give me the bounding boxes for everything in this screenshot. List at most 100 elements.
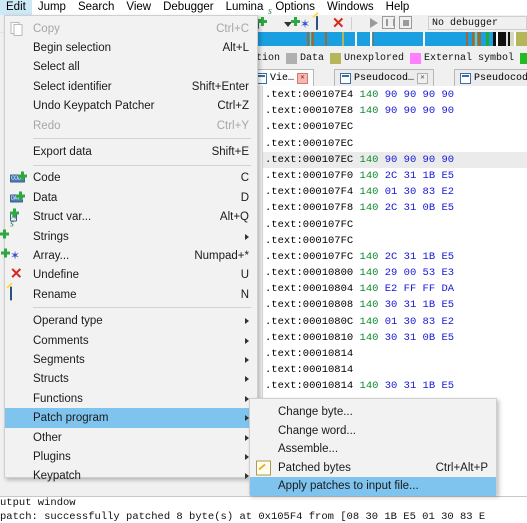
menu-item-select-identifier[interactable]: Select identifier Shift+Enter <box>5 77 257 96</box>
menu-debugger-label: Debugger <box>163 0 214 13</box>
disassembly-line[interactable]: .text:000107FC <box>263 233 527 249</box>
line-segment-base: 140 <box>359 380 379 393</box>
menu-item-undefine[interactable]: ✕ Undefine U <box>5 266 257 285</box>
menu-item-plugins[interactable]: Plugins <box>5 447 257 466</box>
menu-lumina[interactable]: Lumina <box>220 0 270 16</box>
menu-separator <box>33 307 251 309</box>
menu-item-label: Operand type <box>33 315 103 328</box>
copy-icon <box>10 21 26 36</box>
menu-item-label: Undo Keypatch Patcher <box>33 100 155 113</box>
disassembly-line[interactable]: .text:00010814 140 30 31 1B E5 <box>263 378 527 394</box>
line-segment-base: 140 <box>359 283 379 296</box>
menu-item-patch-program[interactable]: Patch program <box>5 408 257 428</box>
undefine-toolbar-icon[interactable]: ✕ <box>332 16 346 31</box>
submenu-item-apply-patches[interactable]: Apply patches to input file... <box>250 477 496 496</box>
stop-icon[interactable] <box>399 16 412 29</box>
menu-item-structs[interactable]: Structs <box>5 370 257 389</box>
menu-item-undo[interactable]: Undo Keypatch Patcher Ctrl+Z <box>5 97 257 116</box>
menu-item-label: Data <box>33 191 58 204</box>
line-address: .text:000107EC <box>265 121 354 134</box>
menu-item-comments[interactable]: Comments <box>5 331 257 350</box>
submenu-item-change-word[interactable]: Change word... <box>250 422 496 441</box>
line-segment-base: 140 <box>359 250 379 263</box>
menu-item-code[interactable]: CODE Code C <box>5 169 257 188</box>
menu-item-copy[interactable]: Copy Ctrl+C <box>5 19 257 38</box>
submenu-item-label: Change byte... <box>278 406 353 419</box>
line-address: .text:000107F0 <box>265 169 354 182</box>
tab-pseudocode-a[interactable]: Pseudocod… ✕ <box>334 69 435 86</box>
array-toolbar-icon[interactable]: ✶ <box>291 16 314 31</box>
menu-item-label: Keypatch <box>33 470 81 483</box>
debugger-selector[interactable]: No debugger <box>428 16 527 30</box>
menu-item-struct-var[interactable]: A Struct var... Alt+Q <box>5 208 257 227</box>
menu-item-accel: Ctrl+C <box>216 22 249 35</box>
navigation-band[interactable] <box>255 32 527 46</box>
menu-help[interactable]: Help <box>380 0 416 16</box>
line-address: .text:000107F8 <box>265 202 354 215</box>
menu-view[interactable]: View <box>120 0 157 16</box>
disassembly-line[interactable]: .text:000107FC 140 2C 31 1B E5 <box>263 249 527 265</box>
disassembly-line[interactable]: .text:000107F4 140 01 30 83 E2 <box>263 184 527 200</box>
disassembly-line[interactable]: .text:000107FC <box>263 217 527 233</box>
rename-toolbar-icon[interactable] <box>316 15 330 31</box>
disassembly-line[interactable]: .text:00010804 140 E2 FF FF DA <box>263 281 527 297</box>
disassembly-line[interactable]: .text:000107F0 140 2C 31 1B E5 <box>263 168 527 184</box>
disassembly-line[interactable]: .text:000107E4 140 90 90 90 90 <box>263 87 527 103</box>
tab-pseudocode-b[interactable]: Pseudocode- <box>454 69 527 86</box>
menu-debugger[interactable]: Debugger <box>157 0 220 16</box>
run-icon[interactable] <box>370 17 378 28</box>
line-bytes: 2C 31 0B E5 <box>384 202 455 215</box>
disassembly-line[interactable]: .text:000107EC <box>263 119 527 135</box>
submenu-item-patched-bytes[interactable]: Patched bytes Ctrl+Alt+P <box>250 459 496 478</box>
line-segment-base: 140 <box>359 202 379 215</box>
menu-item-export-data[interactable]: Export data Shift+E <box>5 142 257 161</box>
line-address: .text:000107F4 <box>265 186 354 199</box>
tab-ida-view[interactable]: Vie… ✕ <box>250 69 315 86</box>
menu-options-label: Options <box>275 0 315 13</box>
strings-toolbar-icon[interactable]: s <box>258 6 282 31</box>
disassembly-line[interactable]: .text:000107F8 140 2C 31 0B E5 <box>263 200 527 216</box>
menu-edit[interactable]: Edit <box>0 0 32 16</box>
menu-item-strings[interactable]: s Strings <box>0 218 257 246</box>
menu-item-begin-selection[interactable]: Begin selection Alt+L <box>5 38 257 57</box>
line-bytes: 2C 31 1B E5 <box>384 169 455 182</box>
menu-item-select-all[interactable]: Select all <box>5 58 257 77</box>
disassembly-line[interactable]: .text:00010814 <box>263 346 527 362</box>
submenu-item-change-byte[interactable]: Change byte... <box>250 403 496 422</box>
disassembly-line[interactable]: .text:00010814 <box>263 362 527 378</box>
close-icon[interactable]: ✕ <box>297 72 309 84</box>
patch-program-submenu: Change byte... Change word... Assemble..… <box>249 398 497 496</box>
line-bytes: 90 90 90 90 <box>384 105 455 118</box>
line-bytes: 30 31 1B E5 <box>384 380 455 393</box>
disassembly-line[interactable]: .text:00010810 140 30 31 0B E5 <box>263 330 527 346</box>
menu-item-keypatch[interactable]: Keypatch <box>5 467 257 486</box>
menu-item-rename[interactable]: Rename N <box>5 285 257 304</box>
submenu-item-label: Change word... <box>278 424 356 437</box>
line-address: .text:00010814 <box>265 348 354 360</box>
menu-item-operand-type[interactable]: Operand type <box>5 311 257 330</box>
menu-jump-label: Jump <box>37 0 66 13</box>
disassembly-line-selected[interactable]: .text:000107EC 140 90 90 90 90 <box>263 151 527 168</box>
menu-jump[interactable]: Jump <box>32 0 72 16</box>
disassembly-line[interactable]: .text:00010800 140 29 00 53 E3 <box>263 265 527 281</box>
disassembly-line[interactable]: .text:0001080C 140 01 30 83 E2 <box>263 314 527 330</box>
menu-item-accel: Ctrl+Y <box>216 119 249 132</box>
menu-item-redo[interactable]: Redo Ctrl+Y <box>5 116 257 135</box>
menu-windows[interactable]: Windows <box>321 0 380 16</box>
menu-item-array[interactable]: ✶ Array... Numpad+* <box>1 246 257 265</box>
disassembly-line[interactable]: .text:000107E8 140 90 90 90 90 <box>263 103 527 119</box>
menu-item-functions[interactable]: Functions <box>5 389 257 408</box>
legend-swatch-external-symbol <box>410 53 422 64</box>
menu-item-accel: D <box>240 191 249 204</box>
menu-search[interactable]: Search <box>72 0 120 16</box>
menu-item-segments[interactable]: Segments <box>5 350 257 369</box>
menu-item-data[interactable]: DATA Data D <box>5 188 257 207</box>
close-icon[interactable]: ✕ <box>417 72 429 84</box>
disassembly-line[interactable]: .text:000107EC <box>263 136 527 152</box>
menu-item-accel: Shift+E <box>211 146 249 159</box>
menu-item-other[interactable]: Other <box>5 428 257 447</box>
submenu-item-assemble[interactable]: Assemble... <box>250 440 496 459</box>
disassembly-line[interactable]: .text:00010808 140 30 31 1B E5 <box>263 297 527 313</box>
menu-options[interactable]: Options <box>269 0 321 16</box>
pause-icon[interactable] <box>382 16 395 29</box>
